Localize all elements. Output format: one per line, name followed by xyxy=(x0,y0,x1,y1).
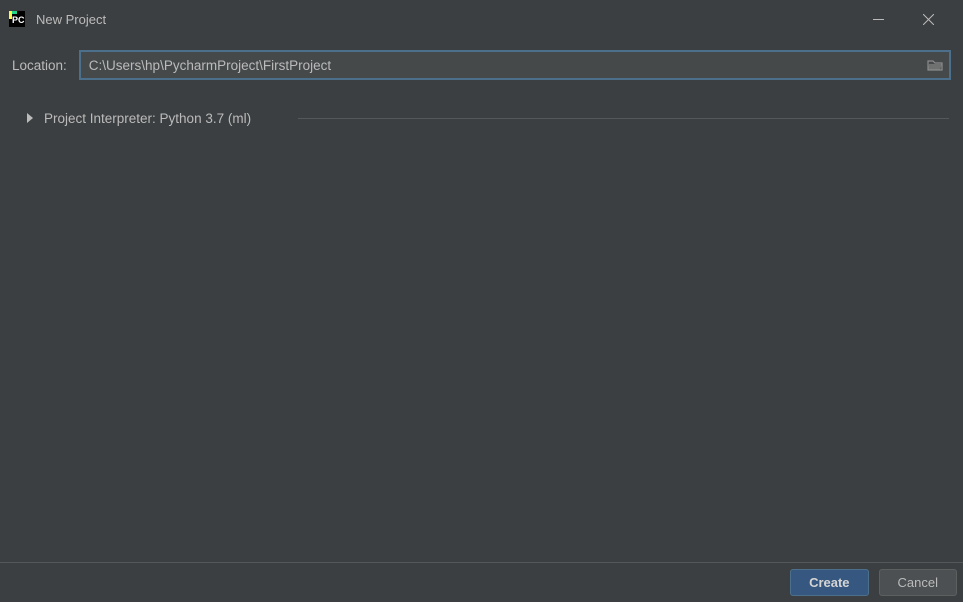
separator-line xyxy=(298,118,949,119)
window-controls xyxy=(863,4,955,34)
browse-folder-icon[interactable] xyxy=(927,58,943,72)
minimize-button[interactable] xyxy=(863,4,893,34)
pycharm-icon: PC xyxy=(8,10,26,28)
location-input[interactable] xyxy=(79,50,951,80)
interpreter-row[interactable]: Project Interpreter: Python 3.7 (ml) xyxy=(12,108,951,128)
svg-text:PC: PC xyxy=(12,15,25,25)
dialog-footer: Create Cancel xyxy=(0,562,963,602)
create-button[interactable]: Create xyxy=(790,569,868,596)
cancel-button[interactable]: Cancel xyxy=(879,569,957,596)
titlebar: PC New Project xyxy=(0,0,963,38)
close-button[interactable] xyxy=(913,4,943,34)
location-label: Location: xyxy=(12,58,67,73)
window-title: New Project xyxy=(36,12,863,27)
location-input-wrapper xyxy=(79,50,951,80)
location-row: Location: xyxy=(12,50,951,80)
chevron-right-icon[interactable] xyxy=(26,113,34,123)
dialog-content: Location: Project Interpreter: Python 3.… xyxy=(0,38,963,128)
interpreter-label: Project Interpreter: Python 3.7 (ml) xyxy=(44,111,251,126)
